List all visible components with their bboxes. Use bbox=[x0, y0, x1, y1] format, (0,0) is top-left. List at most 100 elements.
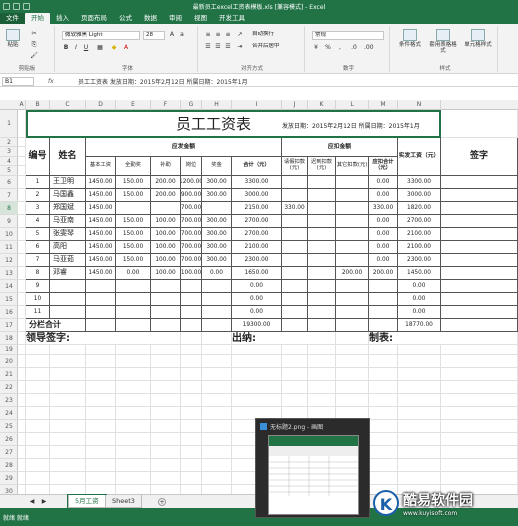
data-cell[interactable]: 1450.00 bbox=[86, 267, 116, 280]
merge-center-button[interactable]: 合并后居中 bbox=[250, 43, 300, 52]
empty-cell[interactable] bbox=[50, 446, 86, 459]
empty-cell[interactable] bbox=[50, 472, 86, 485]
data-cell[interactable]: 1450.00 bbox=[86, 254, 116, 267]
row-header[interactable]: 22 bbox=[0, 381, 18, 394]
data-cell[interactable] bbox=[151, 293, 181, 306]
empty-cell[interactable] bbox=[18, 459, 26, 472]
employee-name[interactable]: 马国鑫 bbox=[50, 189, 86, 202]
column-header[interactable]: E bbox=[116, 100, 151, 110]
fill-color-icon[interactable]: ◆ bbox=[110, 44, 118, 52]
empty-cell[interactable] bbox=[116, 345, 151, 355]
empty-cell[interactable] bbox=[336, 355, 369, 368]
tab-view[interactable]: 视图 bbox=[188, 13, 213, 24]
employee-name[interactable]: 王卫明 bbox=[50, 176, 86, 189]
empty-cell[interactable] bbox=[26, 345, 50, 355]
align-bottom-icon[interactable]: ≡ bbox=[224, 31, 232, 39]
empty-cell[interactable] bbox=[369, 394, 398, 407]
empty-cell[interactable] bbox=[116, 394, 151, 407]
grow-font-icon[interactable]: A bbox=[168, 31, 176, 39]
empty-cell[interactable] bbox=[86, 472, 116, 485]
data-cell[interactable]: 5 bbox=[26, 228, 50, 241]
empty-cell[interactable] bbox=[151, 332, 181, 345]
empty-cell[interactable] bbox=[86, 394, 116, 407]
empty-cell[interactable] bbox=[282, 345, 308, 355]
empty-cell[interactable] bbox=[308, 394, 336, 407]
row-header[interactable]: 23 bbox=[0, 394, 18, 407]
empty-cell[interactable] bbox=[116, 433, 151, 446]
signature-cell[interactable] bbox=[441, 280, 518, 293]
empty-cell[interactable] bbox=[336, 368, 369, 381]
tab-file[interactable]: 文件 bbox=[0, 13, 25, 24]
empty-cell[interactable] bbox=[86, 446, 116, 459]
empty-cell[interactable] bbox=[202, 485, 232, 494]
percent-icon[interactable]: % bbox=[324, 44, 332, 52]
align-left-icon[interactable]: ☰ bbox=[204, 43, 212, 51]
empty-cell[interactable] bbox=[181, 420, 202, 433]
subtotal-cell[interactable] bbox=[441, 319, 518, 332]
empty-cell[interactable] bbox=[18, 215, 26, 228]
empty-cell[interactable] bbox=[441, 459, 518, 472]
sheet-tab-may-salary[interactable]: 5月工资 bbox=[67, 494, 107, 509]
empty-cell[interactable] bbox=[232, 381, 282, 394]
empty-cell[interactable] bbox=[26, 368, 50, 381]
data-cell[interactable]: 2300.00 bbox=[398, 254, 441, 267]
data-cell[interactable]: 1450.00 bbox=[398, 267, 441, 280]
signature-cell[interactable] bbox=[441, 306, 518, 319]
empty-cell[interactable] bbox=[26, 472, 50, 485]
empty-cell[interactable] bbox=[441, 381, 518, 394]
row-header[interactable]: 3 bbox=[0, 147, 18, 157]
tab-formulas[interactable]: 公式 bbox=[113, 13, 138, 24]
empty-cell[interactable] bbox=[232, 355, 282, 368]
empty-cell[interactable] bbox=[336, 332, 369, 345]
empty-cell[interactable] bbox=[282, 381, 308, 394]
empty-cell[interactable] bbox=[18, 176, 26, 189]
redo-icon[interactable] bbox=[23, 2, 30, 10]
data-cell[interactable]: 2150.00 bbox=[232, 202, 282, 215]
tab-developer[interactable]: 开发工具 bbox=[213, 13, 251, 24]
data-cell[interactable] bbox=[282, 176, 308, 189]
data-cell[interactable]: 2 bbox=[26, 189, 50, 202]
empty-cell[interactable] bbox=[369, 446, 398, 459]
empty-cell[interactable] bbox=[369, 381, 398, 394]
data-cell[interactable]: 700.00 bbox=[181, 215, 202, 228]
column-header[interactable]: G bbox=[181, 100, 202, 110]
data-cell[interactable]: 1450.00 bbox=[86, 176, 116, 189]
signature-cell[interactable] bbox=[441, 241, 518, 254]
row-header[interactable]: 5 bbox=[0, 166, 18, 176]
data-cell[interactable]: 0.00 bbox=[202, 267, 232, 280]
data-cell[interactable]: 0.00 bbox=[369, 241, 398, 254]
signature-cell[interactable] bbox=[441, 293, 518, 306]
italic-icon[interactable]: I bbox=[72, 44, 80, 52]
empty-cell[interactable] bbox=[18, 485, 26, 494]
empty-cell[interactable] bbox=[202, 472, 232, 485]
data-cell[interactable]: 2700.00 bbox=[232, 228, 282, 241]
row-header[interactable]: 20 bbox=[0, 355, 18, 368]
empty-cell[interactable] bbox=[116, 381, 151, 394]
empty-cell[interactable] bbox=[151, 420, 181, 433]
decrease-decimal-icon[interactable]: .00 bbox=[364, 44, 374, 52]
empty-cell[interactable] bbox=[202, 381, 232, 394]
empty-cell[interactable] bbox=[116, 472, 151, 485]
header-name[interactable]: 姓名 bbox=[50, 138, 86, 176]
data-cell[interactable]: 2300.00 bbox=[232, 254, 282, 267]
data-cell[interactable] bbox=[282, 267, 308, 280]
data-cell[interactable]: 300.00 bbox=[202, 176, 232, 189]
empty-cell[interactable] bbox=[18, 228, 26, 241]
data-cell[interactable]: 6 bbox=[26, 241, 50, 254]
align-middle-icon[interactable]: ≡ bbox=[214, 31, 222, 39]
subheader-cell[interactable]: 合计（元） bbox=[232, 157, 282, 176]
column-header[interactable]: C bbox=[50, 100, 86, 110]
empty-cell[interactable] bbox=[202, 355, 232, 368]
data-cell[interactable] bbox=[308, 202, 336, 215]
data-cell[interactable]: 11 bbox=[26, 306, 50, 319]
empty-cell[interactable] bbox=[202, 446, 232, 459]
empty-cell[interactable] bbox=[151, 381, 181, 394]
data-cell[interactable] bbox=[116, 306, 151, 319]
empty-cell[interactable] bbox=[151, 345, 181, 355]
empty-cell[interactable] bbox=[398, 446, 441, 459]
row-header[interactable]: 21 bbox=[0, 368, 18, 381]
font-name-select[interactable]: 微软雅黑 Light bbox=[62, 31, 140, 40]
cashier-label[interactable]: 出纳: bbox=[232, 332, 308, 345]
empty-cell[interactable] bbox=[202, 433, 232, 446]
data-cell[interactable]: 3 bbox=[26, 202, 50, 215]
